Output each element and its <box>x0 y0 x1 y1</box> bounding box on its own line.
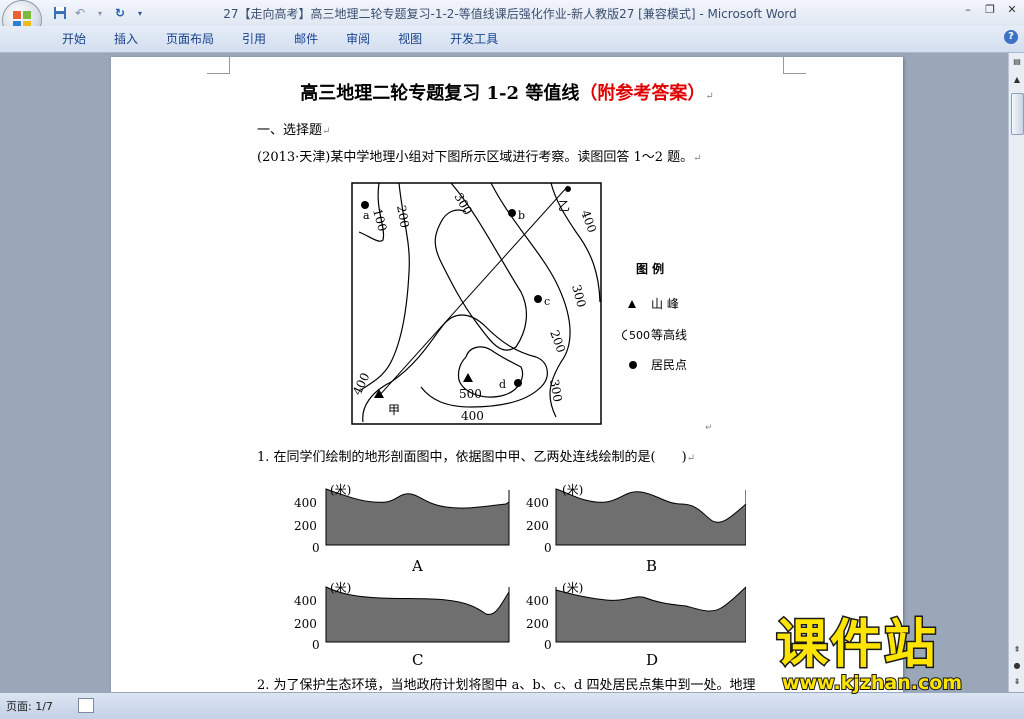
ribbon-tabs: 开始 插入 页面布局 引用 邮件 审阅 视图 开发工具 <box>48 30 512 48</box>
ribbon: 开始 插入 页面布局 引用 邮件 审阅 视图 开发工具 ? <box>0 26 1024 53</box>
settlement-a-marker <box>361 201 369 209</box>
document-workspace: 高三地理二轮专题复习 1-2 等值线（附参考答案）↵ 一、选择题↵ (2013·… <box>0 53 1008 692</box>
vertical-scrollbar[interactable]: ▤ ▲ ⇞ ● ⇟ <box>1008 53 1024 692</box>
proofing-status-icon[interactable] <box>78 698 94 713</box>
profile-a-tick-400: 400 <box>294 496 317 510</box>
quick-access-toolbar: ↶ ▾ ↻ ▾ <box>52 4 148 22</box>
profile-a-label: A <box>411 557 423 575</box>
profile-b: (米) 400 200 0 B <box>526 483 746 575</box>
close-icon[interactable]: ✕ <box>1004 2 1020 18</box>
browse-object-icon[interactable]: ● <box>1010 659 1024 673</box>
profile-c-tick-0: 0 <box>312 638 320 652</box>
watermark-url: www.kjzhan.com <box>781 671 963 695</box>
profile-b-tick-0: 0 <box>544 541 552 555</box>
legend-peak-label: 山 峰 <box>651 297 679 311</box>
map-legend: 图 例 山 峰 500 等高线 居民点 <box>622 261 687 372</box>
profile-charts: (米) 400 200 0 A (米) 400 200 0 B (米) 400 … <box>294 483 746 667</box>
redo-icon[interactable]: ↻ <box>112 5 128 21</box>
profile-d: (米) 400 200 0 D <box>526 581 746 667</box>
paragraph-mark-icon: ↵ <box>705 423 711 432</box>
contour-label-400-bottom: 400 <box>461 409 484 423</box>
settlement-d-marker <box>514 379 522 387</box>
legend-settlement-label: 居民点 <box>651 358 687 372</box>
previous-page-icon[interactable]: ⇞ <box>1010 643 1024 657</box>
ruler-toggle-icon[interactable]: ▤ <box>1010 55 1024 69</box>
scroll-up-icon[interactable]: ▲ <box>1010 73 1024 87</box>
customize-qat-icon[interactable]: ▾ <box>132 5 148 21</box>
tab-home[interactable]: 开始 <box>48 30 100 48</box>
tab-view[interactable]: 视图 <box>384 30 436 48</box>
label-a: a <box>363 209 370 222</box>
profile-d-tick-400: 400 <box>526 594 549 608</box>
legend-contour-value: 500 <box>629 329 650 342</box>
label-d: d <box>499 378 506 391</box>
settlement-c-marker <box>534 295 542 303</box>
profile-a-tick-0: 0 <box>312 541 320 555</box>
help-icon[interactable]: ? <box>1004 30 1018 44</box>
title-red: （附参考答案） <box>579 83 706 104</box>
label-c: c <box>544 295 550 308</box>
settlement-b-marker <box>508 209 516 217</box>
profile-c-tick-400: 400 <box>294 594 317 608</box>
status-bar: 页面: 1/7 <box>0 692 1024 719</box>
profile-a-unit: (米) <box>330 483 351 497</box>
intro-paragraph: (2013·天津)某中学地理小组对下图所示区域进行考察。读图回答 1～2 题。↵ <box>257 150 702 165</box>
yi-marker <box>565 186 571 192</box>
title-main: 高三地理二轮专题复习 1-2 等值线 <box>300 83 580 104</box>
watermark: 课件站 www.kjzhan.com <box>770 614 1010 696</box>
tab-insert[interactable]: 插入 <box>100 30 152 48</box>
legend-peak-icon <box>628 300 636 308</box>
document-title: 高三地理二轮专题复习 1-2 等值线（附参考答案）↵ <box>111 79 903 105</box>
page-indicator[interactable]: 页面: 1/7 <box>6 698 53 714</box>
document-name: 27【走向高考】高三地理二轮专题复习-1-2-等值线课后强化作业-新人教版27 … <box>223 7 696 21</box>
app-name: - Microsoft Word <box>695 7 797 21</box>
scroll-thumb[interactable] <box>1011 93 1024 135</box>
tab-review[interactable]: 审阅 <box>332 30 384 48</box>
margin-corner-top-right <box>783 57 806 74</box>
label-yi: 乙 <box>558 199 570 213</box>
margin-corner-top-left <box>207 57 230 74</box>
restore-icon[interactable]: ❐ <box>982 2 998 18</box>
legend-settlement-icon <box>629 361 637 369</box>
watermark-logo: 课件站 <box>774 614 939 677</box>
window-controls: – ❐ ✕ <box>960 2 1020 18</box>
profile-a: (米) 400 200 0 A <box>294 483 510 575</box>
profile-c: (米) 400 200 0 C <box>294 581 510 667</box>
profile-c-tick-200: 200 <box>294 617 317 631</box>
title-bar: ↶ ▾ ↻ ▾ 27【走向高考】高三地理二轮专题复习-1-2-等值线课后强化作业… <box>0 0 1024 26</box>
tab-developer[interactable]: 开发工具 <box>436 30 512 48</box>
profile-a-tick-200: 200 <box>294 519 317 533</box>
undo-dropdown-icon[interactable]: ▾ <box>92 5 108 21</box>
legend-contour-icon <box>622 329 628 341</box>
legend-contour-label: 等高线 <box>651 327 687 342</box>
question-2: 2. 为了保护生态环境，当地政府计划将图中 a、b、c、d 四处居民点集中到一处… <box>257 678 756 692</box>
section-heading: 一、选择题↵ <box>257 123 331 138</box>
profile-c-unit: (米) <box>330 581 351 595</box>
label-b: b <box>518 209 525 222</box>
minimize-icon[interactable]: – <box>960 2 976 18</box>
profile-d-label: D <box>646 651 658 667</box>
profile-b-tick-400: 400 <box>526 496 549 510</box>
save-icon[interactable] <box>52 5 68 21</box>
profile-c-label: C <box>412 651 423 667</box>
profile-d-unit: (米) <box>562 581 583 595</box>
contour-map: 100 200 300 400 300 200 300 400 400 500 <box>351 182 711 432</box>
tab-references[interactable]: 引用 <box>228 30 280 48</box>
tab-mailings[interactable]: 邮件 <box>280 30 332 48</box>
profile-b-tick-200: 200 <box>526 519 549 533</box>
label-jia: 甲 <box>388 403 400 417</box>
profile-d-tick-200: 200 <box>526 617 549 631</box>
legend-title: 图 例 <box>636 261 664 276</box>
document-page[interactable]: 高三地理二轮专题复习 1-2 等值线（附参考答案）↵ 一、选择题↵ (2013·… <box>111 57 903 692</box>
profile-d-tick-0: 0 <box>544 638 552 652</box>
contour-label-500: 500 <box>459 387 482 401</box>
paragraph-mark-icon: ↵ <box>705 91 714 102</box>
tab-page-layout[interactable]: 页面布局 <box>152 30 228 48</box>
profile-b-unit: (米) <box>562 483 583 497</box>
next-page-icon[interactable]: ⇟ <box>1010 675 1024 689</box>
profile-b-label: B <box>646 557 657 575</box>
question-1: 1. 在同学们绘制的地形剖面图中，依据图中甲、乙两处连线绘制的是( )↵ <box>257 450 696 465</box>
undo-icon[interactable]: ↶ <box>72 5 88 21</box>
window-title: 27【走向高考】高三地理二轮专题复习-1-2-等值线课后强化作业-新人教版27 … <box>180 5 840 22</box>
